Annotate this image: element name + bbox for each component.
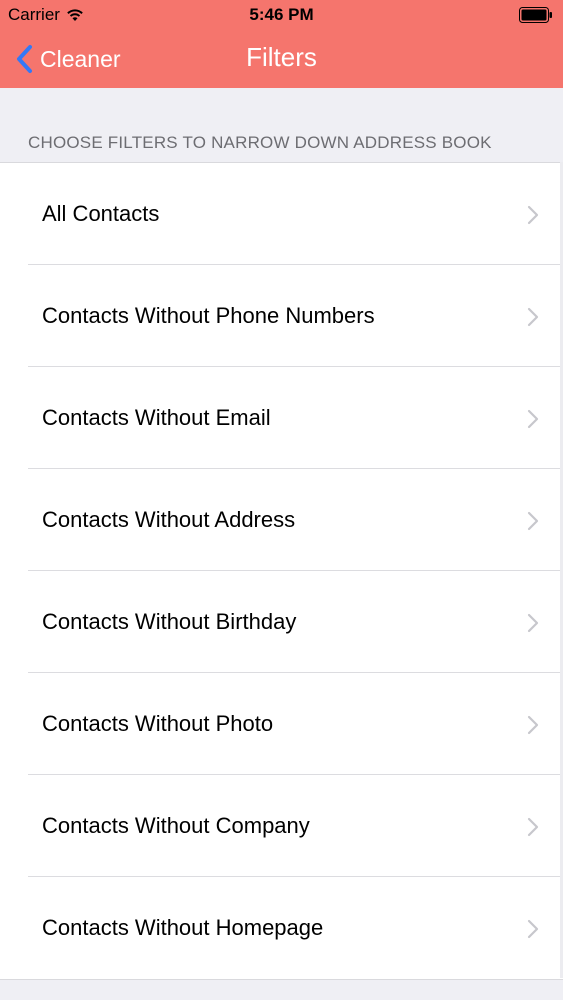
chevron-right-icon — [527, 409, 539, 429]
chevron-right-icon — [527, 715, 539, 735]
chevron-right-icon — [527, 205, 539, 225]
filter-label: Contacts Without Company — [42, 813, 310, 838]
filter-without-address[interactable]: Contacts Without Address — [0, 469, 563, 571]
chevron-right-icon — [527, 307, 539, 327]
chevron-right-icon — [527, 919, 539, 939]
screen: Carrier 5:46 PM Cleaner Filters CHOOSE F… — [0, 0, 563, 1000]
filter-label: Contacts Without Birthday — [42, 609, 297, 634]
filter-without-phone-numbers[interactable]: Contacts Without Phone Numbers — [0, 265, 563, 367]
filter-label: Contacts Without Photo — [42, 711, 274, 736]
filter-without-company[interactable]: Contacts Without Company — [0, 775, 563, 877]
filter-label: Contacts Without Homepage — [42, 915, 324, 940]
header: Carrier 5:46 PM Cleaner Filters — [0, 0, 563, 88]
filter-label: Contacts Without Email — [42, 405, 271, 430]
chevron-right-icon — [527, 511, 539, 531]
filter-label: Contacts Without Address — [42, 507, 296, 532]
filter-label: Contacts Without Phone Numbers — [42, 303, 375, 328]
filter-without-photo[interactable]: Contacts Without Photo — [0, 673, 563, 775]
status-time: 5:46 PM — [249, 5, 314, 24]
filter-without-homepage[interactable]: Contacts Without Homepage — [0, 877, 563, 979]
battery-icon — [519, 7, 552, 23]
filter-without-birthday[interactable]: Contacts Without Birthday — [0, 571, 563, 673]
chevron-right-icon — [527, 817, 539, 837]
filter-without-email[interactable]: Contacts Without Email — [0, 367, 563, 469]
filter-label: All Contacts — [42, 201, 160, 226]
nav-bar: Cleaner Filters — [0, 30, 563, 88]
status-bar: Carrier 5:46 PM — [0, 0, 563, 30]
filter-list: All Contacts Contacts Without Phone Numbe… — [0, 162, 563, 980]
section-header: CHOOSE FILTERS TO NARROW DOWN ADDRESS BO… — [28, 133, 492, 152]
filter-all-contacts[interactable]: All Contacts — [0, 163, 563, 265]
chevron-right-icon — [527, 613, 539, 633]
page-title: Filters — [246, 42, 317, 72]
